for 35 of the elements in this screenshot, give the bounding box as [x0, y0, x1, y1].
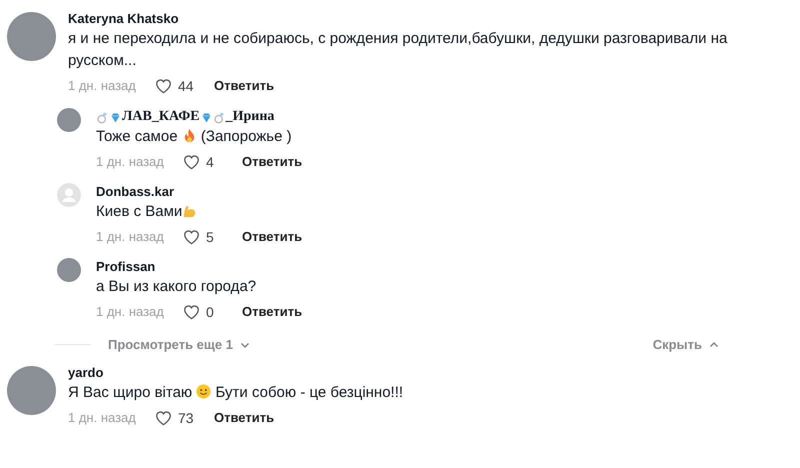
diamond-icon	[200, 110, 213, 124]
comment-time: 1 дн. назад	[96, 152, 165, 170]
comment-text: Я Вас щиро вітаю Бути собою - це безцінно!!!	[68, 383, 404, 403]
reply-link[interactable]: Ответить	[242, 152, 302, 170]
author-name[interactable]: Donbass.kar	[96, 183, 302, 201]
reply-link[interactable]: Ответить	[214, 76, 274, 94]
comment-time: 1 дн. назад	[68, 76, 137, 94]
comment-time: 1 дн. назад	[96, 302, 165, 320]
author-name[interactable]: Profissan	[96, 258, 302, 276]
smiley-icon	[196, 384, 212, 399]
avatar-photo-placeholder[interactable]	[7, 12, 56, 61]
author-name[interactable]: ЛАВ_КАФЕ _Ирина	[96, 108, 302, 126]
comment-time: 1 дн. назад	[68, 408, 137, 426]
like-count: 44	[178, 76, 194, 94]
comment-time: 1 дн. назад	[96, 228, 165, 246]
comment-text: Киев с Вами	[96, 201, 302, 223]
ring-icon	[212, 110, 226, 124]
reply-link[interactable]: Ответить	[214, 408, 274, 426]
avatar-photo-placeholder[interactable]	[7, 366, 56, 415]
reply-link[interactable]: Ответить	[242, 302, 302, 320]
comment-text: я и не переходила и не собираюсь, с рождения родители,бабушки, дедушки разговаривали на русском...	[68, 29, 728, 71]
like-count: 73	[178, 408, 194, 426]
like-count: 5	[206, 228, 214, 246]
comment-text: а Вы из какого города?	[96, 277, 258, 297]
like-count: 4	[206, 152, 214, 170]
like-count: 0	[206, 302, 214, 320]
author-name[interactable]: yardo	[68, 364, 404, 382]
author-name[interactable]: Kateryna Khatsko	[68, 10, 788, 28]
avatar-photo-placeholder[interactable]	[57, 258, 81, 282]
reply-link[interactable]: Ответить	[242, 228, 302, 246]
diamond-icon	[109, 110, 122, 124]
comment-text: Тоже самое (Запорожье )	[96, 127, 293, 147]
ring-icon	[96, 110, 109, 124]
flexed-arm-icon	[182, 203, 198, 218]
avatar-photo-placeholder[interactable]	[57, 108, 81, 132]
